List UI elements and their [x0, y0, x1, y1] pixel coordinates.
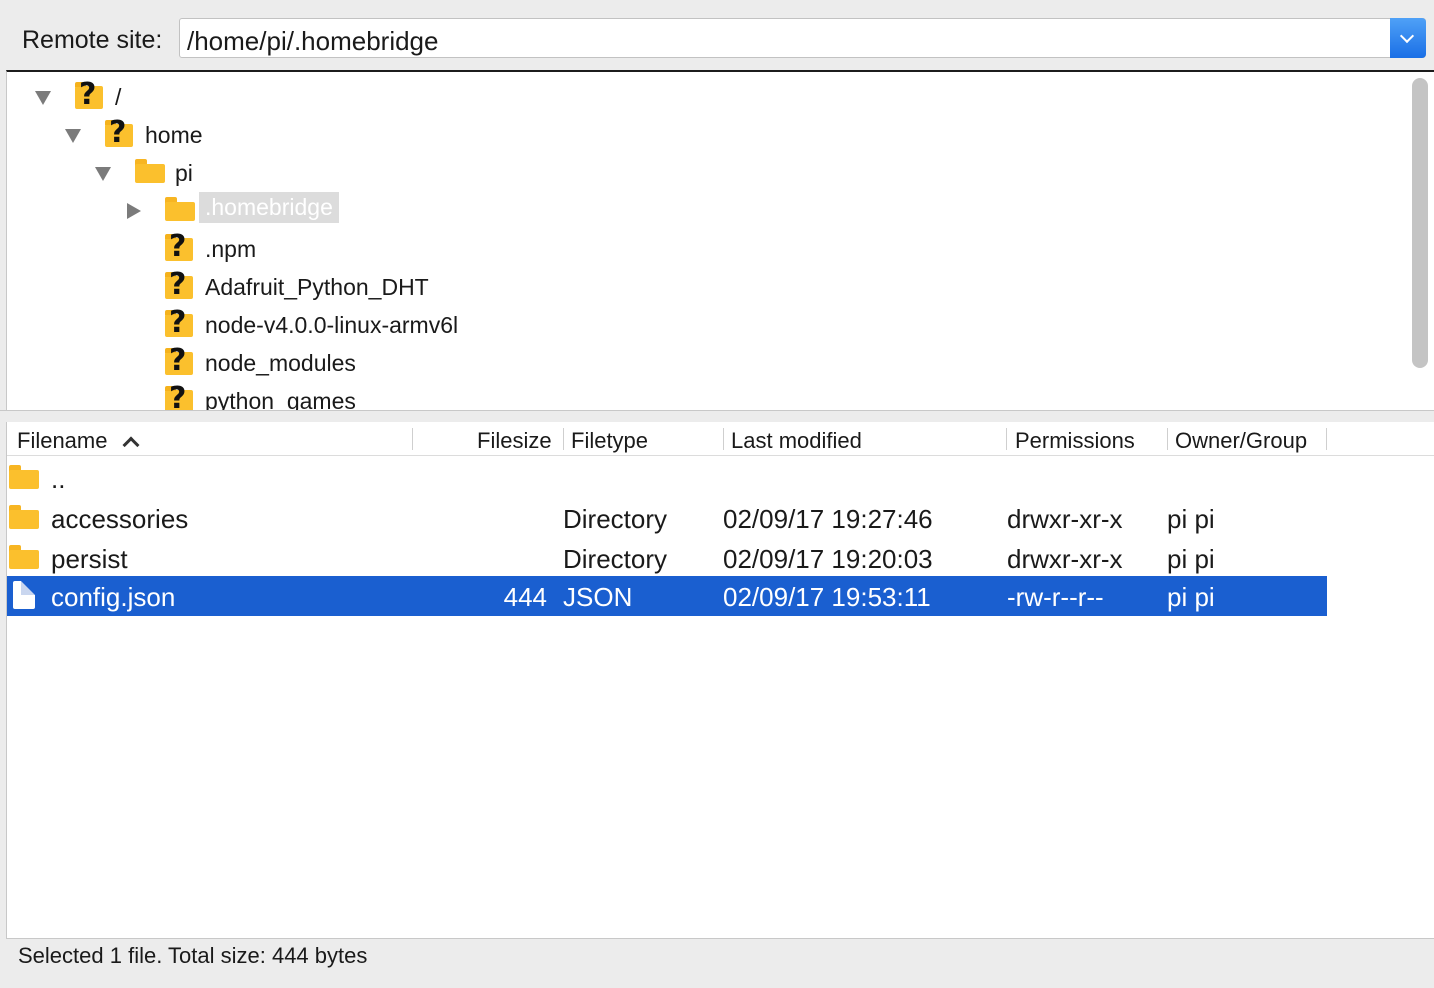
tree-item-label[interactable]: Adafruit_Python_DHT — [205, 274, 429, 301]
tree-item-label[interactable]: / — [115, 84, 121, 111]
file-list-header: Filename Filesize Filetype Last modified… — [7, 422, 1434, 456]
column-separator[interactable] — [723, 428, 724, 450]
column-separator[interactable] — [563, 428, 564, 450]
expanded-triangle-icon[interactable] — [65, 129, 81, 143]
tree-item-label[interactable]: node_modules — [205, 350, 356, 377]
column-separator[interactable] — [1326, 428, 1327, 450]
folder-icon — [135, 159, 165, 183]
remote-directory-tree[interactable]: ? / ? home pi .homebridge ? .npm ? Adafr… — [6, 70, 1434, 410]
tree-item-python-games[interactable]: ? python_games — [7, 382, 607, 410]
tree-item-label[interactable]: pi — [175, 160, 193, 187]
folder-icon — [9, 505, 39, 529]
tree-item-label[interactable]: node-v4.0.0-linux-armv6l — [205, 312, 458, 339]
tree-item-adafruit[interactable]: ? Adafruit_Python_DHT — [7, 268, 607, 306]
chevron-down-icon[interactable] — [1390, 18, 1426, 58]
folder-icon — [165, 197, 195, 221]
column-header-filename[interactable]: Filename — [17, 428, 140, 454]
status-bar: Selected 1 file. Total size: 444 bytes — [6, 938, 1434, 988]
tree-scrollbar-thumb[interactable] — [1412, 78, 1428, 368]
file-type: JSON — [563, 582, 633, 612]
expanded-triangle-icon[interactable] — [35, 91, 51, 105]
file-modified: 02/09/17 19:53:11 — [723, 582, 931, 612]
remote-site-path-value[interactable]: /home/pi/.homebridge — [187, 26, 438, 57]
unknown-folder-icon: ? — [75, 78, 103, 112]
unknown-folder-icon: ? — [165, 344, 193, 378]
file-owner-group: pi pi — [1167, 544, 1215, 574]
collapsed-triangle-icon[interactable] — [127, 203, 141, 219]
tree-item-root[interactable]: ? / — [7, 78, 607, 116]
file-owner-group: pi pi — [1167, 582, 1215, 612]
sort-ascending-icon — [122, 436, 140, 454]
column-separator[interactable] — [412, 428, 413, 450]
tree-item-home[interactable]: ? home — [7, 116, 607, 154]
tree-item-homebridge[interactable]: .homebridge — [7, 192, 607, 230]
remote-site-path-combobox[interactable]: /home/pi/.homebridge — [179, 18, 1426, 58]
column-header-owner-group[interactable]: Owner/Group — [1175, 428, 1307, 454]
tree-item-label[interactable]: python_games — [205, 388, 356, 410]
column-header-filetype[interactable]: Filetype — [571, 428, 648, 454]
column-header-last-modified[interactable]: Last modified — [731, 428, 862, 454]
file-name: persist — [51, 544, 128, 574]
pane-splitter[interactable] — [0, 410, 1434, 422]
file-permissions: drwxr-xr-x — [1007, 544, 1123, 574]
tree-item-label[interactable]: home — [145, 122, 203, 149]
file-modified: 02/09/17 19:27:46 — [723, 504, 933, 534]
file-permissions: drwxr-xr-x — [1007, 504, 1123, 534]
remote-site-bar: Remote site: /home/pi/.homebridge — [0, 0, 1434, 70]
file-icon — [13, 581, 35, 609]
file-modified: 02/09/17 19:20:03 — [723, 544, 933, 574]
file-owner-group: pi pi — [1167, 504, 1215, 534]
remote-site-label: Remote site: — [22, 26, 163, 54]
unknown-folder-icon: ? — [165, 306, 193, 340]
column-header-filesize[interactable]: Filesize — [477, 428, 552, 454]
tree-item-pi[interactable]: pi — [7, 154, 607, 192]
unknown-folder-icon: ? — [165, 382, 193, 410]
expanded-triangle-icon[interactable] — [95, 167, 111, 181]
file-name: config.json — [51, 582, 176, 612]
unknown-folder-icon: ? — [105, 116, 133, 150]
column-separator[interactable] — [1167, 428, 1168, 450]
tree-item-npm[interactable]: ? .npm — [7, 230, 607, 268]
tree-item-node-v4[interactable]: ? node-v4.0.0-linux-armv6l — [7, 306, 607, 344]
tree-item-label-selected[interactable]: .homebridge — [199, 192, 339, 223]
file-type: Directory — [563, 544, 668, 574]
selection-status-text: Selected 1 file. Total size: 444 bytes — [18, 943, 368, 968]
column-separator[interactable] — [1006, 428, 1007, 450]
folder-icon — [9, 545, 39, 569]
remote-file-list[interactable]: Filename Filesize Filetype Last modified… — [6, 422, 1434, 938]
tree-item-node-modules[interactable]: ? node_modules — [7, 344, 607, 382]
tree-item-label[interactable]: .npm — [205, 236, 256, 263]
folder-icon — [9, 465, 39, 489]
file-type: Directory — [563, 504, 668, 534]
file-permissions: -rw-r--r-- — [1007, 582, 1104, 612]
file-size: 444 — [503, 582, 547, 612]
file-row-parent[interactable]: .. — [7, 458, 1327, 498]
unknown-folder-icon: ? — [165, 268, 193, 302]
file-name: .. — [51, 464, 66, 494]
column-header-label: Filename — [17, 428, 108, 453]
file-row-config-json[interactable]: config.json 444 JSON 02/09/17 19:53:11 -… — [7, 576, 1327, 616]
file-name: accessories — [51, 504, 189, 534]
file-row-persist[interactable]: persist Directory 02/09/17 19:20:03 drwx… — [7, 538, 1327, 578]
file-row-accessories[interactable]: accessories Directory 02/09/17 19:27:46 … — [7, 498, 1327, 538]
column-header-permissions[interactable]: Permissions — [1015, 428, 1135, 454]
unknown-folder-icon: ? — [165, 230, 193, 264]
